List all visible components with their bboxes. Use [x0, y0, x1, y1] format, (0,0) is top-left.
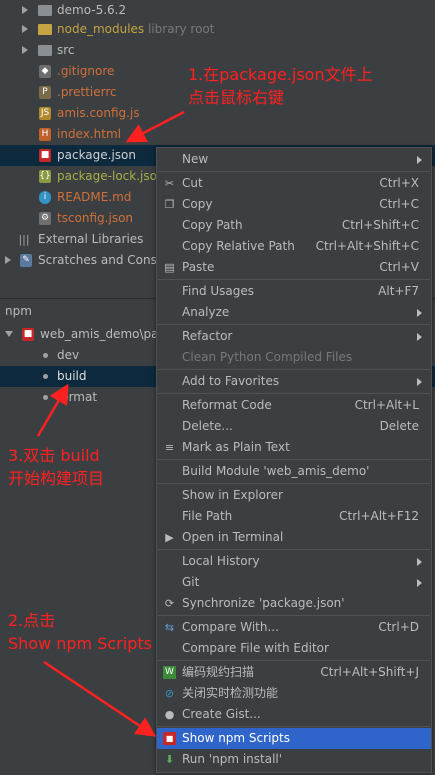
arrow-to-show-npm-scripts — [43, 660, 157, 737]
annotation-arrows — [36, 110, 185, 737]
arrow-to-build — [36, 383, 69, 437]
arrow-to-package-json — [125, 110, 185, 143]
